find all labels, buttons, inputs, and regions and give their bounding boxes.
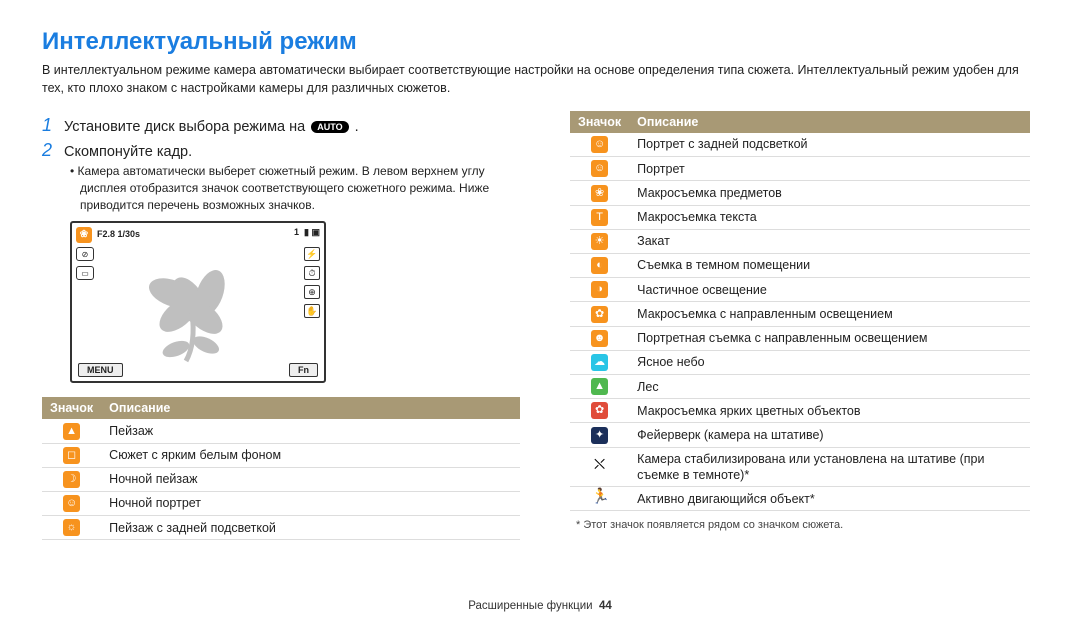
table-row: ✦ Фейерверк (камера на штативе) xyxy=(570,423,1030,447)
table-row: ◑ Частичное освещение xyxy=(570,278,1030,302)
scene-icon: ☁ xyxy=(591,354,608,371)
right-column: Значок Описание ☺ Портрет с задней подсве… xyxy=(570,111,1030,540)
table-row: ☻ Портретная съемка с направленным освеще… xyxy=(570,326,1030,350)
scene-description: Портрет с задней подсветкой xyxy=(629,133,1030,157)
scene-description: Активно двигающийся объект* xyxy=(629,487,1030,511)
scene-icon: ◐ xyxy=(591,257,608,274)
step-2: 2 Скомпонуйте кадр. xyxy=(42,140,520,161)
th-desc-left: Описание xyxy=(101,397,520,419)
scene-icon: ☺ xyxy=(63,495,80,512)
scene-table-right: Значок Описание ☺ Портрет с задней подсве… xyxy=(570,111,1030,511)
page-title: Интеллектуальный режим xyxy=(42,28,1038,56)
scene-description: Ясное небо xyxy=(629,350,1030,374)
footer-page-number: 44 xyxy=(599,600,612,612)
scene-description: Частичное освещение xyxy=(629,278,1030,302)
scene-icon: T xyxy=(591,209,608,226)
lcd-left-icon-1: ⊘ xyxy=(76,247,94,261)
scene-icon: ⛌ xyxy=(591,458,608,475)
lcd-left-icon-2: ▭ xyxy=(76,266,94,280)
auto-mode-badge: AUTO xyxy=(311,121,348,133)
scene-description: Макросъемка текста xyxy=(629,205,1030,229)
table-row: ☼ Пейзаж с задней подсветкой xyxy=(42,516,520,540)
lcd-right-icon-flash: ⚡ xyxy=(304,247,320,261)
table-row: T Макросъемка текста xyxy=(570,205,1030,229)
table-row: ✿ Макросъемка ярких цветных объектов xyxy=(570,399,1030,423)
scene-description: Лес xyxy=(629,375,1030,399)
lcd-menu-button: MENU xyxy=(78,363,123,377)
scene-icon: ◻ xyxy=(63,447,80,464)
scene-table-left: Значок Описание ▲ Пейзаж ◻ Сюжет с ярким бе… xyxy=(42,397,520,540)
table-row: ☀ Закат xyxy=(570,229,1030,253)
step-1-number: 1 xyxy=(42,115,64,136)
th-icon-left: Значок xyxy=(42,397,101,419)
left-column: 1 Установите диск выбора режима на AUTO … xyxy=(42,111,520,540)
th-desc-right: Описание xyxy=(629,111,1030,133)
step-1-text-b: . xyxy=(355,119,359,135)
flower-graphic xyxy=(130,253,260,363)
step-1: 1 Установите диск выбора режима на AUTO … xyxy=(42,115,520,136)
scene-description: Фейерверк (камера на штативе) xyxy=(629,423,1030,447)
scene-icon: ❀ xyxy=(76,227,92,243)
scene-icon: ✦ xyxy=(591,427,608,444)
table-row: ⛌ Камера стабилизирована или установлена … xyxy=(570,447,1030,487)
table-row: ◻ Сюжет с ярким белым фоном xyxy=(42,443,520,467)
scene-description: Ночной портрет xyxy=(101,492,520,516)
table-row: ☺ Ночной портрет xyxy=(42,492,520,516)
intro-text: В интеллектуальном режиме камера автомат… xyxy=(42,62,1038,97)
scene-icon: 🏃 xyxy=(591,490,608,507)
table-row: 🏃 Активно двигающийся объект* xyxy=(570,487,1030,511)
lcd-right-icon-stab: ✋ xyxy=(304,304,320,318)
page-footer: Расширенные функции 44 xyxy=(0,600,1080,612)
table-row: ☁ Ясное небо xyxy=(570,350,1030,374)
camera-lcd-illustration: ❀ F2.8 1/30s 1 ▮ ▣ ⊘ ▭ ⚡ ⏱ ⊕ ✋ xyxy=(70,221,326,383)
lcd-right-icon-zoom: ⊕ xyxy=(304,285,320,299)
table-row: ◐ Съемка в темном помещении xyxy=(570,254,1030,278)
scene-description: Камера стабилизирована или установлена н… xyxy=(629,447,1030,487)
footer-section: Расширенные функции xyxy=(468,600,592,612)
lcd-shots: 1 xyxy=(294,227,299,237)
scene-icon: ☽ xyxy=(63,471,80,488)
table-row: ▲ Лес xyxy=(570,375,1030,399)
scene-icon: ◑ xyxy=(591,281,608,298)
table-row: ✿ Макросъемка с направленным освещением xyxy=(570,302,1030,326)
scene-icon: ✿ xyxy=(591,402,608,419)
table-row: ☺ Портрет с задней подсветкой xyxy=(570,133,1030,157)
scene-description: Съемка в темном помещении xyxy=(629,254,1030,278)
scene-icon: ☺ xyxy=(591,160,608,177)
scene-icon: ☻ xyxy=(591,330,608,347)
table-row: ☺ Портрет xyxy=(570,157,1030,181)
scene-description: Портретная съемка с направленным освещен… xyxy=(629,326,1030,350)
scene-icon: ☼ xyxy=(63,519,80,536)
lcd-right-icon-timer: ⏱ xyxy=(304,266,320,280)
scene-description: Ночной пейзаж xyxy=(101,467,520,491)
scene-description: Пейзаж xyxy=(101,419,520,443)
step-2-number: 2 xyxy=(42,140,64,161)
scene-description: Макросъемка с направленным освещением xyxy=(629,302,1030,326)
th-icon-right: Значок xyxy=(570,111,629,133)
table-row: ▲ Пейзаж xyxy=(42,419,520,443)
scene-description: Портрет xyxy=(629,157,1030,181)
scene-description: Закат xyxy=(629,229,1030,253)
step-2-text: Скомпонуйте кадр. xyxy=(64,144,192,160)
table-row: ☽ Ночной пейзаж xyxy=(42,467,520,491)
scene-icon: ▲ xyxy=(63,423,80,440)
step-2-bullet: Камера автоматически выберет сюжетный ре… xyxy=(70,163,520,213)
step-1-text-a: Установите диск выбора режима на xyxy=(64,119,309,135)
lcd-fn-button: Fn xyxy=(289,363,318,377)
scene-icon: ☺ xyxy=(591,136,608,153)
scene-icon: ☀ xyxy=(591,233,608,250)
scene-description: Пейзаж с задней подсветкой xyxy=(101,516,520,540)
scene-description: Сюжет с ярким белым фоном xyxy=(101,443,520,467)
scene-icon: ❀ xyxy=(591,185,608,202)
scene-description: Макросъемка ярких цветных объектов xyxy=(629,399,1030,423)
footnote: * Этот значок появляется рядом со значко… xyxy=(570,519,1030,531)
lcd-exposure: F2.8 1/30s xyxy=(97,229,140,239)
scene-icon: ✿ xyxy=(591,306,608,323)
table-row: ❀ Макросъемка предметов xyxy=(570,181,1030,205)
scene-icon: ▲ xyxy=(591,378,608,395)
scene-description: Макросъемка предметов xyxy=(629,181,1030,205)
